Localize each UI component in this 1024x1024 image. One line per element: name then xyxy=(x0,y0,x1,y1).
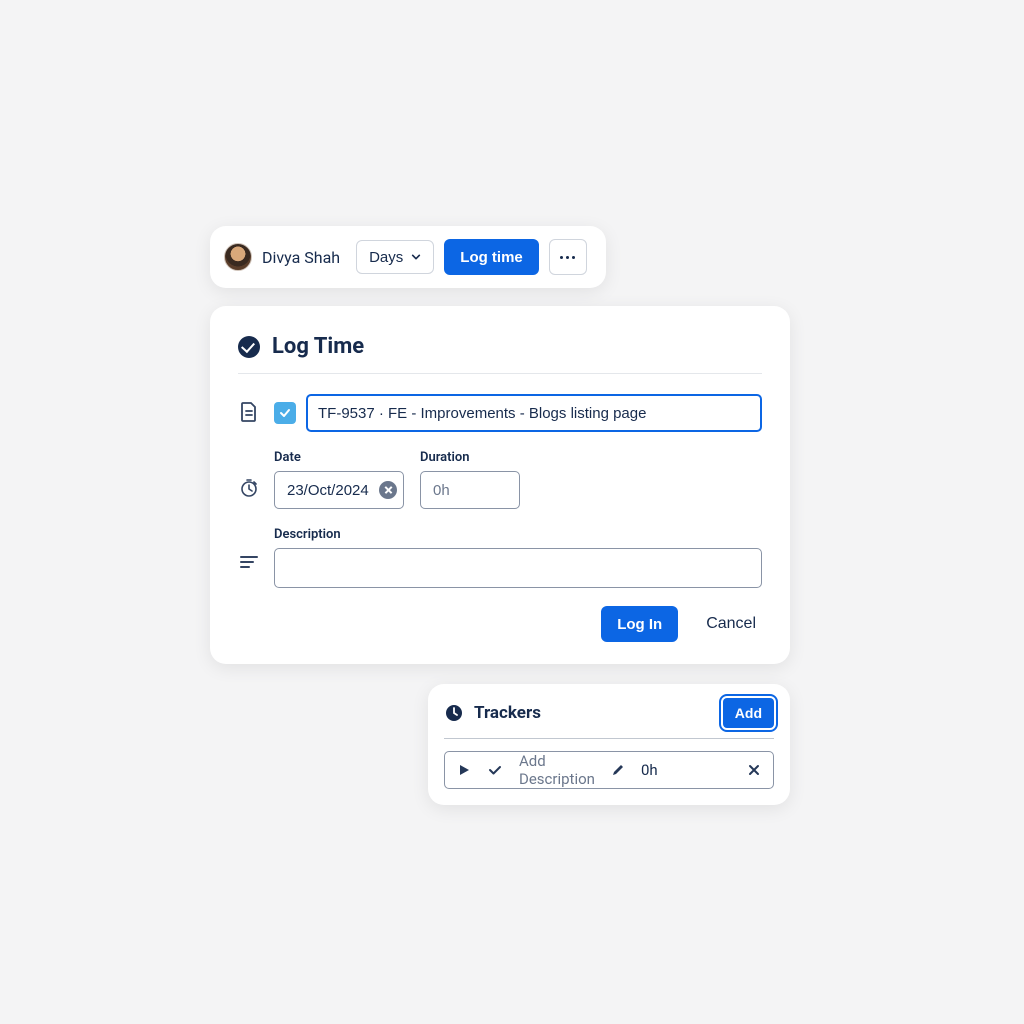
trackers-title: Trackers xyxy=(474,703,541,723)
check-circle-icon xyxy=(238,336,260,358)
cancel-button[interactable]: Cancel xyxy=(700,614,762,634)
text-lines-icon xyxy=(238,527,260,569)
clear-date-icon[interactable] xyxy=(379,481,397,499)
view-dropdown[interactable]: Days xyxy=(356,240,434,274)
panel-header: Log Time xyxy=(238,334,762,374)
submit-button[interactable]: Log In xyxy=(601,606,678,642)
panel-title: Log Time xyxy=(272,334,364,359)
duration-input[interactable] xyxy=(431,481,509,500)
duration-input-wrap xyxy=(420,471,520,509)
close-icon[interactable] xyxy=(747,763,761,777)
play-icon[interactable] xyxy=(457,763,471,777)
user-toolbar: Divya Shah Days Log time xyxy=(210,226,606,288)
more-actions-button[interactable] xyxy=(549,239,587,275)
time-row: Date Duration xyxy=(238,450,762,509)
tracker-description-placeholder[interactable]: Add Description xyxy=(519,752,595,788)
duration-label: Duration xyxy=(420,450,520,465)
view-dropdown-label: Days xyxy=(369,249,403,266)
document-icon xyxy=(238,394,260,422)
issue-row xyxy=(238,394,762,432)
issue-input[interactable] xyxy=(306,394,762,432)
more-horizontal-icon xyxy=(560,256,575,259)
log-time-button[interactable]: Log time xyxy=(444,239,539,275)
issue-type-icon xyxy=(274,402,296,424)
add-tracker-button[interactable]: Add xyxy=(723,698,774,728)
user-name: Divya Shah xyxy=(262,248,340,267)
tracker-duration: 0h xyxy=(641,761,658,779)
date-input[interactable] xyxy=(274,471,404,509)
panel-actions: Log In Cancel xyxy=(238,606,762,642)
description-row: Description xyxy=(238,527,762,588)
chevron-down-icon xyxy=(411,252,421,262)
date-label: Date xyxy=(274,450,404,465)
date-value[interactable] xyxy=(285,481,371,500)
description-label: Description xyxy=(274,527,762,542)
log-time-panel: Log Time Date Duration xyxy=(210,306,790,664)
stopwatch-icon xyxy=(238,450,260,498)
trackers-header: Trackers Add xyxy=(444,698,774,739)
check-icon[interactable] xyxy=(487,762,503,778)
pencil-icon[interactable] xyxy=(611,763,625,777)
trackers-panel: Trackers Add Add Description 0h xyxy=(428,684,790,805)
tracker-row: Add Description 0h xyxy=(444,751,774,789)
description-input[interactable] xyxy=(274,548,762,588)
clock-icon xyxy=(444,703,464,723)
avatar[interactable] xyxy=(224,243,252,271)
